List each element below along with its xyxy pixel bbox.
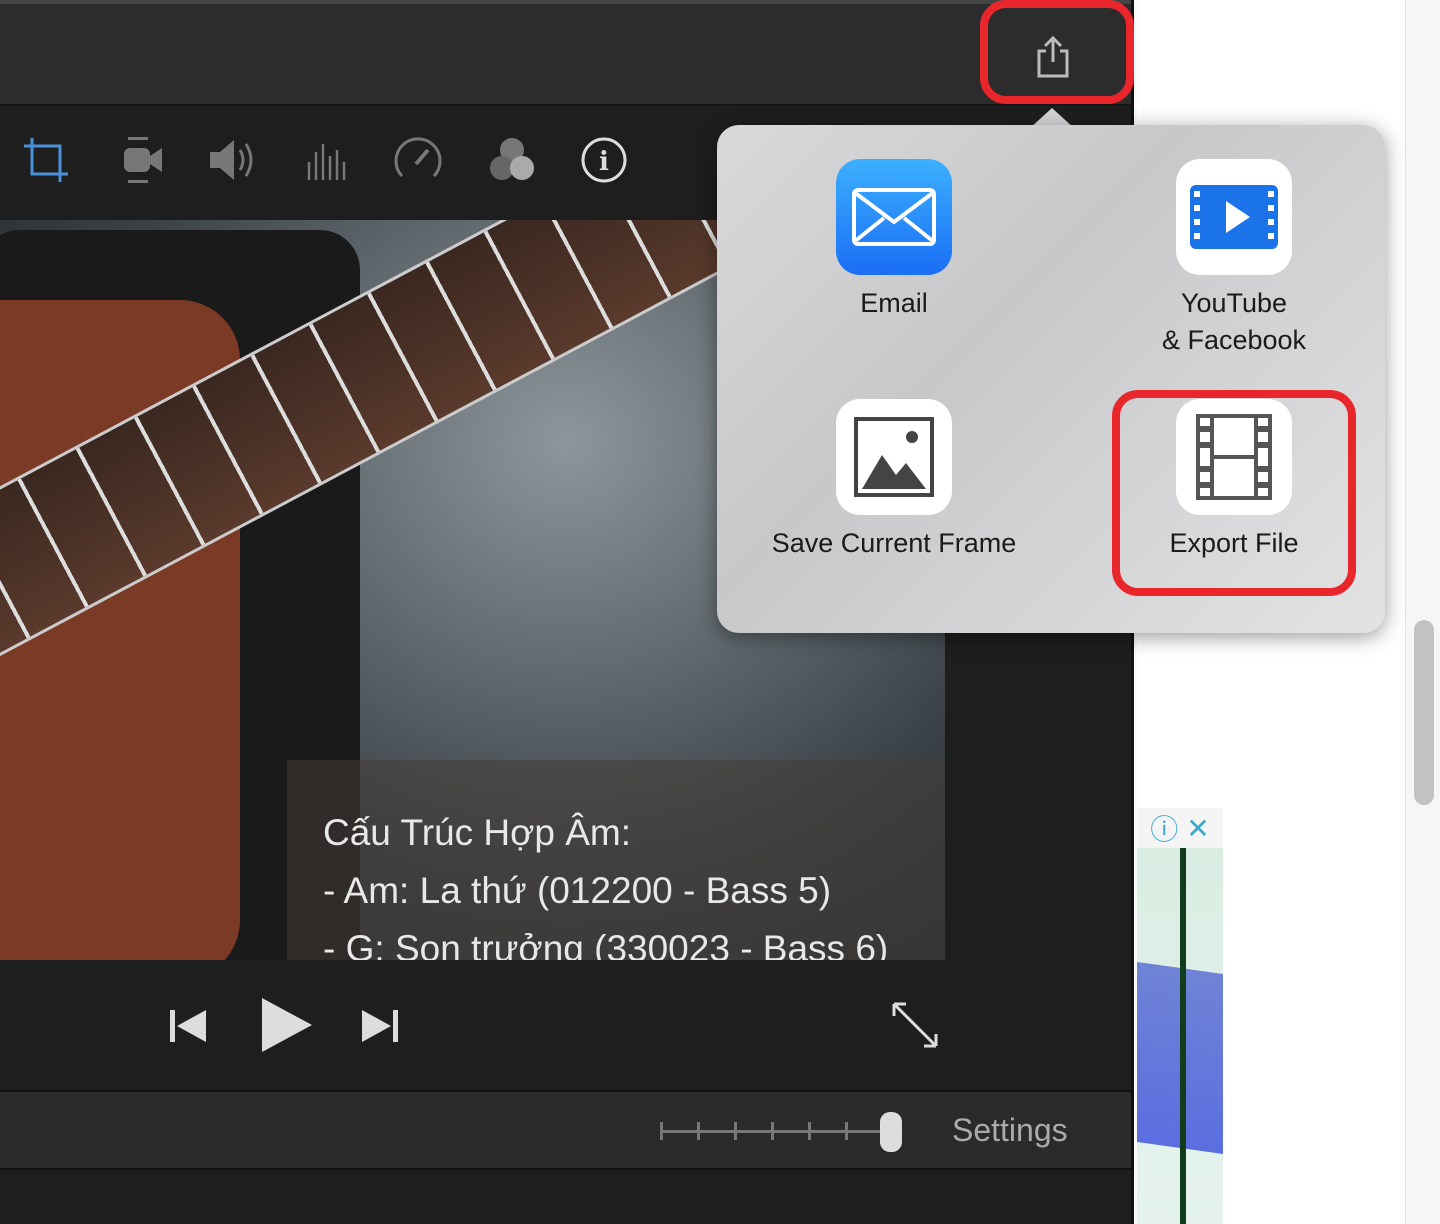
caption-line: Cấu Trúc Hợp Âm: [323,812,632,853]
skip-forward-button[interactable] [360,1008,400,1049]
highlight-share-button [980,0,1134,104]
image-icon [836,399,952,515]
video-caption: Cấu Trúc Hợp Âm: - Am: La thứ (012200 - … [287,760,945,960]
fullscreen-button[interactable] [890,1000,940,1055]
crop-icon[interactable] [20,134,76,186]
stabilization-icon[interactable] [114,134,170,186]
speed-icon[interactable] [390,134,446,186]
skip-back-button[interactable] [168,1008,208,1049]
share-youtube-facebook[interactable]: YouTube & Facebook [1069,159,1399,359]
browser-scrollbar[interactable] [1405,0,1440,1224]
playback-controls [0,980,1131,1070]
mail-icon [836,159,952,275]
zoom-slider-thumb[interactable] [880,1112,902,1152]
share-youtube-label-line2: & Facebook [1161,325,1307,355]
caption-line: - G: Son trưởng (330023 - Bass 6) [323,928,889,960]
share-save-frame-label: Save Current Frame [771,528,1017,558]
advertisement[interactable]: ⓘ ✕ [1137,808,1223,1224]
video-play-icon [1176,159,1292,275]
share-youtube-label-line1: YouTube [1180,288,1288,318]
volume-icon[interactable] [204,134,260,186]
info-icon[interactable]: i [576,134,632,186]
color-balance-icon[interactable] [484,134,540,186]
share-email-label: Email [860,288,928,318]
equalizer-icon[interactable] [297,134,353,186]
play-button[interactable] [260,996,314,1059]
scrollbar-thumb[interactable] [1414,620,1434,805]
adjustment-toolbar: i [0,110,720,210]
highlight-export-file [1112,390,1356,596]
ad-info-icon[interactable]: ⓘ [1150,808,1178,848]
caption-line: - Am: La thứ (012200 - Bass 5) [323,870,832,911]
zoom-slider-ticks [660,1122,885,1140]
bottom-bar: Settings [0,1090,1131,1170]
svg-text:i: i [599,147,609,177]
settings-button[interactable]: Settings [952,1112,1068,1149]
title-bar [0,0,1131,106]
ad-close-icon[interactable]: ✕ [1186,812,1209,845]
share-save-current-frame[interactable]: Save Current Frame [729,399,1059,562]
share-email[interactable]: Email [729,159,1059,322]
